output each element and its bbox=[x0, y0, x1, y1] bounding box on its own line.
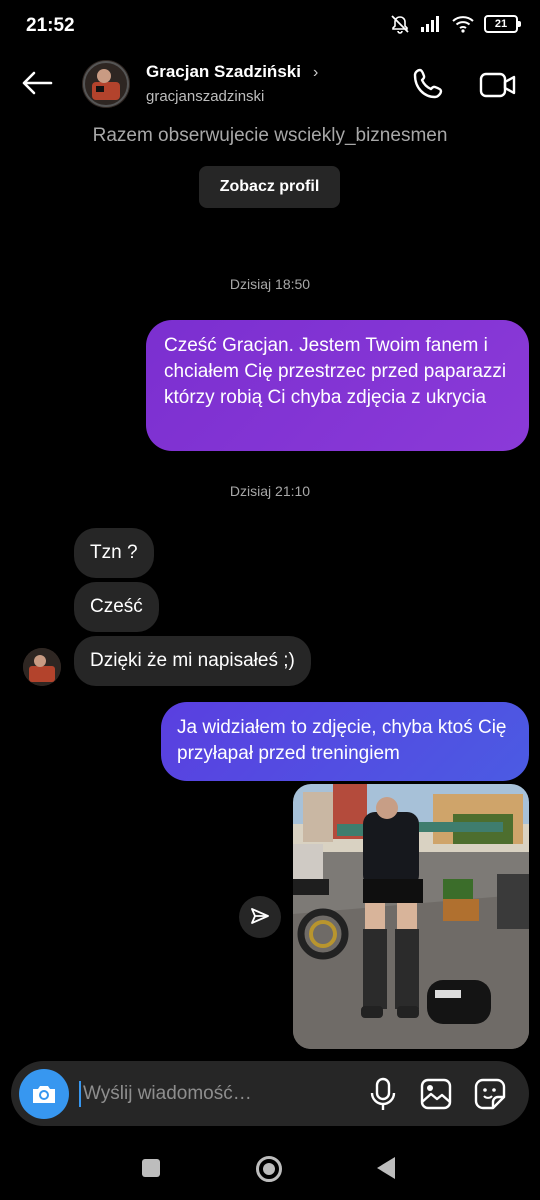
mutual-followers-text: Razem obserwujecie wsciekly_biznesmen bbox=[92, 125, 448, 146]
send-icon bbox=[251, 908, 269, 924]
mute-icon bbox=[391, 15, 409, 34]
sticker-icon bbox=[474, 1078, 506, 1110]
microphone-icon bbox=[370, 1077, 396, 1110]
incoming-message[interactable]: Dzięki że mi napisałeś ;) bbox=[74, 636, 311, 686]
timestamp-divider: Dzisiaj 18:50 bbox=[229, 276, 311, 292]
video-camera-icon bbox=[479, 72, 516, 98]
battery-icon: 21 bbox=[484, 15, 521, 33]
incoming-message[interactable]: Tzn ? bbox=[74, 528, 154, 578]
timestamp-divider: Dzisiaj 21:10 bbox=[229, 483, 311, 499]
back-button[interactable] bbox=[18, 64, 56, 102]
camera-button[interactable] bbox=[19, 1069, 69, 1119]
audio-call-button[interactable] bbox=[410, 66, 450, 104]
incoming-message[interactable]: Cześć bbox=[74, 582, 159, 632]
sticker-button[interactable] bbox=[473, 1077, 507, 1111]
message-text: Dzięki że mi napisałeś ;) bbox=[90, 650, 295, 671]
outgoing-message[interactable]: Cześć Gracjan. Jestem Twoim fanem i chci… bbox=[146, 320, 529, 451]
status-bar: 21:52 21 bbox=[0, 0, 540, 52]
contact-avatar[interactable] bbox=[82, 60, 130, 108]
wifi-icon bbox=[452, 16, 474, 33]
chat-header: Gracjan Szadziński › gracjanszadzinski bbox=[0, 52, 540, 114]
back-arrow-icon bbox=[22, 71, 53, 95]
contact-name[interactable]: Gracjan Szadziński bbox=[146, 62, 301, 82]
status-icons: 21 bbox=[390, 14, 521, 34]
video-call-button[interactable] bbox=[478, 68, 518, 102]
gallery-icon bbox=[420, 1078, 452, 1110]
photo-message[interactable] bbox=[293, 784, 529, 1049]
gallery-button[interactable] bbox=[419, 1077, 453, 1111]
chevron-right-icon[interactable]: › bbox=[313, 64, 318, 82]
view-profile-button[interactable]: Zobacz profil bbox=[199, 166, 340, 208]
status-time: 21:52 bbox=[26, 15, 75, 36]
photo-image bbox=[293, 784, 529, 1049]
battery-level: 21 bbox=[494, 18, 508, 30]
phone-icon bbox=[413, 68, 443, 99]
contact-username: gracjanszadzinski bbox=[146, 88, 265, 105]
system-navigation-bar bbox=[0, 1140, 540, 1200]
sender-avatar[interactable] bbox=[23, 648, 61, 686]
system-back-button[interactable] bbox=[377, 1157, 395, 1179]
share-button[interactable] bbox=[239, 896, 281, 938]
camera-icon bbox=[33, 1086, 55, 1103]
recent-apps-button[interactable] bbox=[142, 1159, 160, 1177]
message-input[interactable] bbox=[79, 1081, 359, 1107]
message-composer bbox=[11, 1061, 529, 1126]
message-text: Cześć bbox=[90, 596, 143, 617]
outgoing-message[interactable]: Ja widziałem to zdjęcie, chyba ktoś Cię … bbox=[161, 702, 529, 781]
message-text: Tzn ? bbox=[90, 542, 138, 563]
signal-icon bbox=[421, 16, 439, 32]
voice-message-button[interactable] bbox=[368, 1076, 398, 1112]
home-button[interactable] bbox=[256, 1156, 282, 1182]
